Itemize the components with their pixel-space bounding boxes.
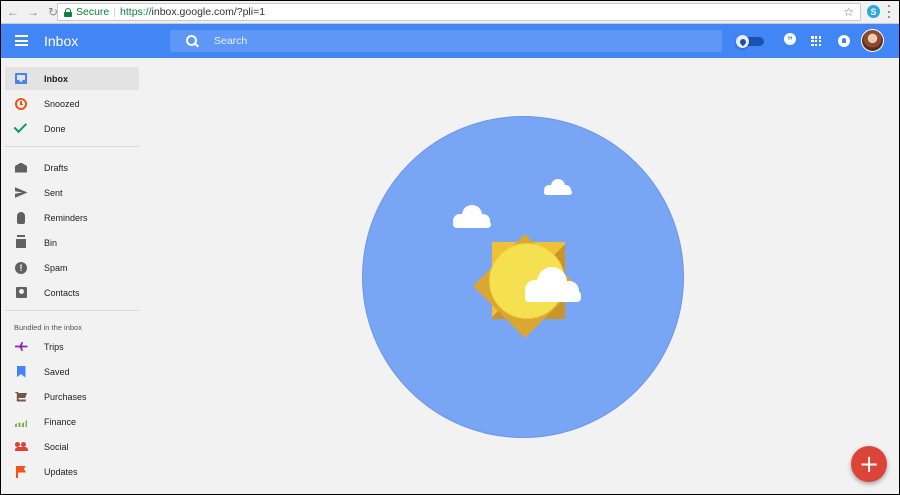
pin-icon (738, 37, 747, 46)
main-content (149, 58, 900, 495)
sidebar-item-label: Contacts (44, 287, 80, 298)
cloud-medium (452, 205, 492, 229)
flag-icon (14, 465, 28, 479)
more-vert-icon[interactable] (887, 5, 890, 18)
app-header: Inbox (0, 24, 900, 58)
bundles-heading: Bundled in the inbox (14, 323, 82, 332)
sidebar-item-reminders[interactable]: Reminders (5, 206, 139, 229)
sidebar-item-label: Trips (44, 341, 64, 352)
sidebar-item-label: Done (44, 123, 66, 134)
skype-extension-icon[interactable]: S (867, 5, 880, 18)
sidebar-item-label: Reminders (44, 212, 88, 223)
browser-toolbar: ← → ↻ Secure | https:// inbox.google.com… (0, 0, 900, 24)
cart-icon (14, 390, 28, 404)
sidebar-item-label: Drafts (44, 162, 69, 173)
check-icon (13, 119, 28, 136)
star-icon[interactable]: ☆ (843, 5, 854, 19)
spam-icon: ! (14, 261, 28, 275)
menu-icon[interactable] (15, 35, 28, 46)
inbox-icon (14, 72, 28, 86)
trash-icon (14, 236, 28, 250)
sidebar-item-saved[interactable]: Saved (5, 360, 139, 383)
sidebar-divider (5, 146, 139, 147)
sidebar: Inbox Snoozed Done Drafts Sent Reminders… (0, 58, 149, 495)
notifications-icon[interactable] (838, 35, 850, 47)
secure-label: Secure (76, 6, 110, 18)
compose-button[interactable]: + (851, 446, 887, 482)
sidebar-item-label: Updates (44, 466, 78, 477)
finance-icon (14, 415, 28, 429)
compose-plus-icon: + (858, 450, 880, 478)
url-separator: | (113, 6, 117, 18)
sidebar-item-bin[interactable]: Bin (5, 231, 139, 254)
sidebar-item-label: Finance (44, 416, 77, 427)
contacts-icon (14, 286, 28, 300)
people-icon (14, 440, 28, 454)
hangouts-icon[interactable] (784, 33, 796, 47)
snooze-icon (14, 97, 28, 111)
pin-toggle-icon[interactable] (736, 35, 749, 48)
sidebar-item-label: Social (44, 441, 69, 452)
sidebar-item-sent[interactable]: Sent (5, 181, 139, 204)
sidebar-item-drafts[interactable]: Drafts (5, 156, 139, 179)
sidebar-item-spam[interactable]: ! Spam (5, 256, 139, 279)
avatar[interactable] (861, 29, 884, 52)
plane-icon (14, 340, 28, 354)
sidebar-divider (5, 310, 139, 311)
sidebar-item-inbox[interactable]: Inbox (5, 67, 139, 90)
sidebar-item-label: Snoozed (44, 98, 80, 109)
sidebar-item-contacts[interactable]: Contacts (5, 281, 139, 304)
url-scheme: https:// (120, 6, 152, 18)
forward-icon[interactable]: → (26, 5, 40, 19)
sidebar-item-updates[interactable]: Updates (5, 460, 139, 483)
sidebar-item-label: Inbox (44, 73, 68, 84)
sidebar-item-snoozed[interactable]: Snoozed (5, 92, 139, 115)
cloud-small (543, 179, 573, 195)
apps-icon[interactable] (811, 36, 821, 46)
bookmark-icon (14, 365, 28, 379)
pin-toggle[interactable] (736, 35, 764, 48)
sidebar-item-label: Sent (44, 187, 63, 198)
sidebar-item-social[interactable]: Social (5, 435, 139, 458)
back-icon[interactable]: ← (6, 5, 20, 19)
sidebar-item-done[interactable]: Done (5, 117, 139, 140)
search-bar[interactable] (170, 30, 722, 52)
reminder-icon (14, 211, 28, 225)
sidebar-item-purchases[interactable]: Purchases (5, 385, 139, 408)
app-title: Inbox (44, 33, 79, 49)
sidebar-item-trips[interactable]: Trips (5, 335, 139, 358)
drafts-icon (14, 161, 28, 175)
inbox-zero-illustration (362, 116, 684, 438)
address-bar[interactable]: Secure | https:// inbox.google.com/?pli=… (57, 3, 861, 21)
lock-icon (64, 7, 72, 17)
search-icon[interactable] (186, 35, 198, 47)
sidebar-item-finance[interactable]: Finance (5, 410, 139, 433)
cloud-large (523, 267, 583, 303)
search-input[interactable] (214, 33, 694, 49)
sidebar-item-label: Purchases (44, 391, 87, 402)
sidebar-item-label: Saved (44, 366, 70, 377)
url-host-path: inbox.google.com/?pli=1 (151, 6, 266, 18)
sidebar-item-label: Bin (44, 237, 58, 248)
sidebar-item-label: Spam (44, 262, 68, 273)
send-icon (14, 186, 28, 200)
